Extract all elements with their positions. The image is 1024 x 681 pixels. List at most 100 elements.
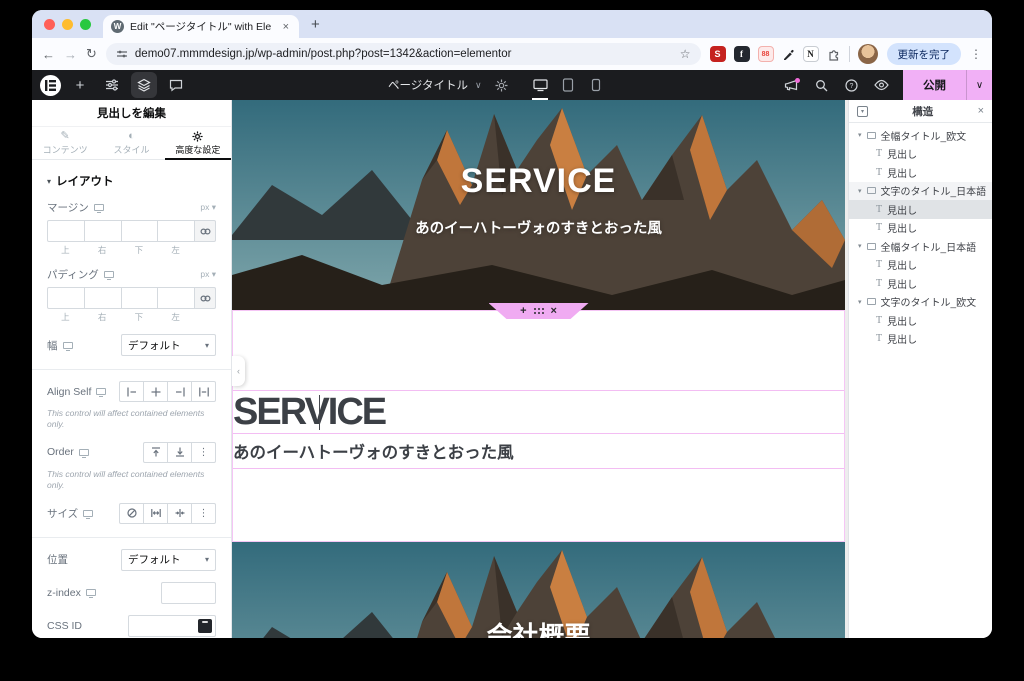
extensions-puzzle-icon[interactable] [827,47,841,61]
tab-advanced[interactable]: 高度な設定 [165,127,231,159]
minimize-window-button[interactable] [62,19,73,30]
navigator-close-icon[interactable]: × [978,105,984,117]
publish-options-chevron-icon[interactable]: ∨ [966,70,992,100]
responsive-monitor-icon[interactable] [63,342,73,349]
padding-left-input[interactable] [157,287,195,309]
caret-down-icon[interactable]: ▾ [858,187,862,195]
back-icon[interactable]: ← [42,47,55,62]
margin-right-input[interactable] [84,220,122,242]
extension-icon-f[interactable]: f [734,46,750,62]
bookmark-star-icon[interactable]: ☆ [680,47,691,61]
navigator-dock-icon[interactable]: ▾ [857,106,868,117]
tree-container-item[interactable]: ▾文字のタイトル_欧文 [849,293,992,312]
tab-close-icon[interactable]: × [281,21,291,33]
zoom-window-button[interactable] [80,19,91,30]
structure-panel-button[interactable] [131,72,157,98]
reload-icon[interactable]: ↻ [86,46,97,62]
align-start-button[interactable] [119,381,144,402]
tree-heading-item[interactable]: T見出し [849,274,992,293]
tree-heading-item[interactable]: T見出し [849,311,992,330]
size-none-button[interactable] [119,503,144,524]
device-desktop-icon[interactable] [526,70,554,100]
margin-left-input[interactable] [157,220,195,242]
finder-search-icon[interactable] [808,72,834,98]
align-stretch-button[interactable] [191,381,216,402]
device-tablet-icon[interactable] [554,70,582,100]
heading-widget-selected[interactable]: SERVICE [233,390,844,434]
layout-section-header[interactable]: ▾ レイアウト [47,173,216,189]
publish-button[interactable]: 公開 [903,70,966,100]
padding-link-values-button[interactable] [194,287,216,309]
notes-comment-icon[interactable] [163,72,189,98]
hero-title[interactable]: SERVICE [232,162,845,201]
size-grow-button[interactable] [143,503,168,524]
tree-heading-item[interactable]: T見出し [849,219,992,238]
document-title[interactable]: ページタイトル [388,77,468,93]
tree-heading-item[interactable]: T見出し [849,330,992,349]
tree-container-item[interactable]: ▾全幅タイトル_欧文 [849,126,992,145]
preview-eye-icon[interactable] [868,72,894,98]
responsive-monitor-icon[interactable] [94,204,104,211]
hero-section-top[interactable]: SERVICE あのイーハトーヴォのすきとおった風 [232,100,845,310]
order-custom-button[interactable]: ⋮ [191,442,216,463]
tree-heading-item[interactable]: T見出し [849,145,992,164]
margin-link-values-button[interactable] [194,220,216,242]
add-element-button[interactable]: + [67,72,93,98]
elementor-logo-icon[interactable] [40,75,61,96]
padding-bottom-input[interactable] [121,287,159,309]
extension-icon-88[interactable]: 88 [758,46,774,62]
responsive-monitor-icon[interactable] [96,388,106,395]
new-tab-button[interactable]: + [311,10,320,38]
size-custom-button[interactable]: ⋮ [191,503,216,524]
responsive-monitor-icon[interactable] [83,510,93,517]
eyedropper-extension-icon[interactable] [782,48,795,61]
help-icon[interactable]: ? [838,72,864,98]
width-select[interactable]: デフォルト▾ [121,334,216,356]
document-chevron-down-icon[interactable]: ∨ [475,80,482,91]
margin-bottom-input[interactable] [121,220,159,242]
position-select[interactable]: デフォルト▾ [121,549,216,571]
browser-menu-icon[interactable]: ⋮ [970,47,982,61]
tab-style[interactable]: ◐ スタイル [98,127,164,159]
padding-top-input[interactable] [47,287,85,309]
device-mobile-icon[interactable] [582,70,610,100]
hero-section-bottom[interactable]: 会社概要 [232,542,845,638]
padding-unit[interactable]: px ▾ [200,269,216,280]
tree-container-item[interactable]: ▾文字のタイトル_日本語 [849,182,992,201]
size-shrink-button[interactable] [167,503,192,524]
tree-heading-item[interactable]: T見出し [849,163,992,182]
padding-right-input[interactable] [84,287,122,309]
align-center-button[interactable] [143,381,168,402]
extension-icon-n[interactable]: N [803,46,819,62]
tree-heading-item[interactable]: T見出し [849,256,992,275]
caret-down-icon[interactable]: ▾ [858,298,862,306]
bottom-hero-title[interactable]: 会社概要 [232,616,845,638]
browser-tab[interactable]: W Edit "ページタイトル" with Ele × [103,15,299,38]
selected-white-section[interactable]: SERVICE あのイーハトーヴォのすきとおった風 [232,310,845,542]
responsive-monitor-icon[interactable] [104,271,114,278]
paste-icon[interactable] [198,619,212,633]
tab-content[interactable]: ✎ コンテンツ [32,127,98,159]
close-window-button[interactable] [44,19,55,30]
zindex-input[interactable] [161,582,216,604]
page-settings-gear-icon[interactable] [488,72,514,98]
site-info-icon[interactable] [116,48,128,60]
css-id-input[interactable] [129,620,198,632]
tree-heading-item-selected[interactable]: T見出し [849,200,992,219]
panel-collapse-tab[interactable]: ‹ [232,356,245,386]
site-settings-sliders-icon[interactable] [99,72,125,98]
caret-down-icon[interactable]: ▾ [858,131,862,139]
responsive-monitor-icon[interactable] [86,589,96,596]
caret-down-icon[interactable]: ▾ [858,242,862,250]
section-subheading-text[interactable]: あのイーハトーヴォのすきとおった風 [233,439,514,463]
chrome-update-button[interactable]: 更新を完了 [887,43,962,65]
forward-icon[interactable]: → [64,47,77,62]
address-bar[interactable]: demo07.mmmdesign.jp/wp-admin/post.php?po… [106,43,701,65]
align-end-button[interactable] [167,381,192,402]
drag-handle-icon[interactable] [534,308,536,310]
responsive-monitor-icon[interactable] [79,449,89,456]
section-heading-text[interactable]: SERVICE [233,391,385,433]
hero-subtitle[interactable]: あのイーハトーヴォのすきとおった風 [232,217,845,238]
add-section-icon[interactable]: + [520,306,526,317]
whats-new-megaphone-icon[interactable] [778,72,804,98]
